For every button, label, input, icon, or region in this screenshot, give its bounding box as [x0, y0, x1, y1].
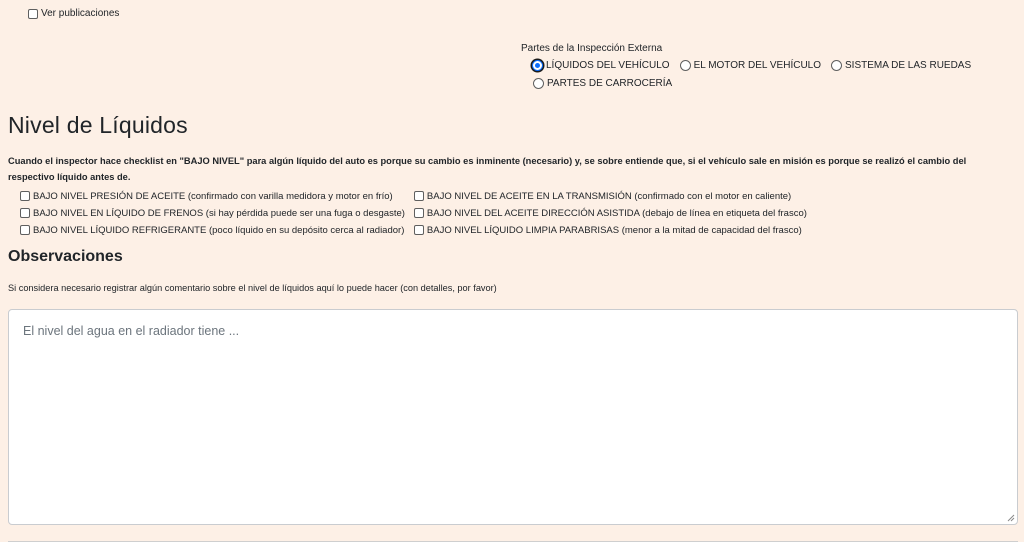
- radio-carroceria[interactable]: [533, 78, 544, 89]
- checklist-label: BAJO NIVEL EN LÍQUIDO DE FRENOS (si hay …: [33, 207, 405, 219]
- checkbox-box[interactable]: [20, 225, 30, 235]
- form-panel: Ver publicaciones Partes de la Inspecció…: [0, 0, 1024, 542]
- inspection-parts-radio-group-row2: PARTES DE CARROCERÍA: [533, 78, 672, 89]
- radio-label-carroceria: PARTES DE CARROCERÍA: [547, 78, 673, 89]
- fluid-checklist: BAJO NIVEL PRESIÓN DE ACEITE (confirmado…: [20, 188, 807, 238]
- checklist-item-refrigerante[interactable]: BAJO NIVEL LÍQUIDO REFRIGERANTE (poco lí…: [20, 222, 405, 238]
- radio-label-ruedas: SISTEMA DE LAS RUEDAS: [845, 60, 972, 71]
- section-title: Nivel de Líquidos: [8, 112, 188, 138]
- ver-publicaciones-checkbox[interactable]: Ver publicaciones: [28, 8, 119, 19]
- observaciones-title: Observaciones: [8, 248, 123, 265]
- radio-label-motor: EL MOTOR DEL VEHÍCULO: [693, 60, 821, 71]
- radio-liquidos[interactable]: [532, 60, 543, 71]
- checklist-label: BAJO NIVEL PRESIÓN DE ACEITE (confirmado…: [33, 190, 393, 202]
- observaciones-help-text: Si considera necesario registrar algún c…: [8, 283, 497, 293]
- observaciones-textarea[interactable]: El nivel del agua en el radiador tiene .…: [8, 309, 1018, 525]
- textarea-placeholder: El nivel del agua en el radiador tiene .…: [23, 324, 240, 338]
- bottom-divider: [8, 541, 1018, 542]
- radio-motor[interactable]: [679, 60, 691, 71]
- section-description: Cuando el inspector hace checklist en "B…: [8, 156, 967, 182]
- checklist-item-liquido-frenos[interactable]: BAJO NIVEL EN LÍQUIDO DE FRENOS (si hay …: [20, 205, 405, 221]
- checkbox-box[interactable]: [413, 191, 424, 201]
- ver-publicaciones-label: Ver publicaciones: [41, 8, 120, 19]
- resize-grip-icon[interactable]: [1006, 513, 1015, 522]
- checklist-label: BAJO NIVEL LÍQUIDO LIMPIA PARABRISAS (me…: [426, 224, 802, 236]
- checklist-label: BAJO NIVEL DEL ACEITE DIRECCIÓN ASISTIDA…: [426, 207, 807, 219]
- page: Ver publicaciones Partes de la Inspecció…: [0, 0, 1024, 549]
- radio-option-carroceria[interactable]: PARTES DE CARROCERÍA: [533, 78, 672, 89]
- checkbox-box[interactable]: [413, 208, 424, 218]
- radio-option-motor[interactable]: EL MOTOR DEL VEHÍCULO: [679, 60, 821, 71]
- checklist-item-limpia-parabrisas[interactable]: BAJO NIVEL LÍQUIDO LIMPIA PARABRISAS (me…: [413, 222, 807, 238]
- checklist-item-presion-aceite[interactable]: BAJO NIVEL PRESIÓN DE ACEITE (confirmado…: [20, 188, 405, 204]
- checklist-label: BAJO NIVEL LÍQUIDO REFRIGERANTE (poco lí…: [33, 224, 405, 236]
- checklist-label: BAJO NIVEL DE ACEITE EN LA TRANSMISIÓN (…: [426, 190, 792, 202]
- checklist-item-direccion-asistida[interactable]: BAJO NIVEL DEL ACEITE DIRECCIÓN ASISTIDA…: [413, 205, 807, 221]
- checkbox-box[interactable]: [28, 8, 38, 19]
- radio-ruedas[interactable]: [831, 60, 842, 71]
- checkbox-box[interactable]: [413, 225, 424, 235]
- checkbox-box[interactable]: [20, 208, 30, 218]
- checklist-item-aceite-transmision[interactable]: BAJO NIVEL DE ACEITE EN LA TRANSMISIÓN (…: [413, 188, 807, 204]
- radio-option-liquidos[interactable]: LÍQUIDOS DEL VEHÍCULO: [532, 60, 670, 71]
- inspection-parts-radio-group: LÍQUIDOS DEL VEHÍCULO EL MOTOR DEL VEHÍC…: [532, 60, 981, 71]
- checkbox-box[interactable]: [20, 191, 30, 201]
- inspection-parts-label: Partes de la Inspección Externa: [521, 43, 663, 54]
- radio-label-liquidos: LÍQUIDOS DEL VEHÍCULO: [546, 60, 670, 71]
- radio-option-ruedas[interactable]: SISTEMA DE LAS RUEDAS: [831, 60, 971, 71]
